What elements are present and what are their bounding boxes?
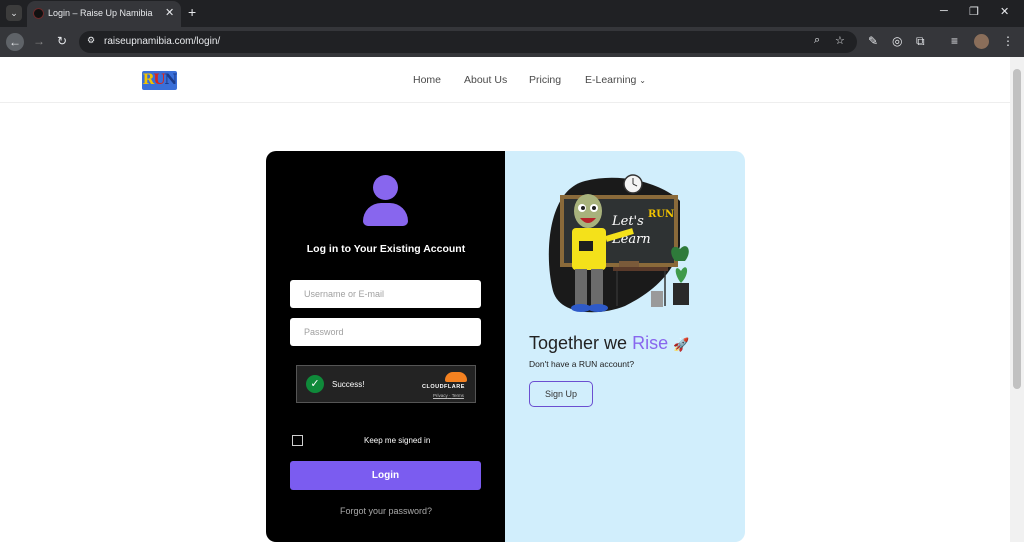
bookmark-star-icon[interactable]: ☆	[835, 34, 845, 47]
extensions-puzzle-icon[interactable]: ⧉	[916, 34, 925, 49]
keep-signed-in-label[interactable]: Keep me signed in	[364, 436, 430, 445]
captcha-widget[interactable]: ✓ Success! CLOUDFLARE Privacy · Terms	[296, 365, 476, 403]
tagline: Together we Rise 🚀	[529, 333, 689, 354]
tab-title: Login – Raise Up Namibia	[48, 8, 153, 18]
logo-letter-r: R	[142, 72, 155, 88]
browser-toolbar: ← → ↻ ⚙ raiseupnamibia.com/login/ ⌕ ☆ ✎ …	[0, 27, 1024, 57]
browser-tab-bar: ⌄ Login – Raise Up Namibia ✕ + ─ ❐ ✕	[0, 0, 1024, 27]
more-menu-icon[interactable]: ⋮	[1002, 34, 1014, 48]
forgot-password-link[interactable]: Forgot your password?	[266, 506, 506, 516]
check-icon: ✓	[306, 375, 324, 393]
restore-icon[interactable]: ❐	[969, 5, 979, 18]
web-page: RUN Home About Us Pricing E-Learning ⌄ L…	[0, 57, 1010, 542]
password-input[interactable]	[290, 318, 481, 346]
login-button[interactable]: Login	[290, 461, 481, 490]
tagline-prefix: Together we	[529, 333, 628, 353]
nav-e-learning[interactable]: E-Learning ⌄	[585, 74, 646, 86]
signup-button[interactable]: Sign Up	[529, 381, 593, 407]
new-tab-icon[interactable]: +	[188, 4, 196, 20]
nav-about-us[interactable]: About Us	[464, 74, 507, 86]
captcha-brand: CLOUDFLARE	[422, 384, 465, 390]
nav-home[interactable]: Home	[413, 74, 441, 86]
close-window-icon[interactable]: ✕	[1000, 5, 1009, 18]
login-panel: Log in to Your Existing Account ✓ Succes…	[266, 151, 506, 542]
captcha-privacy-link[interactable]: Privacy	[433, 393, 448, 398]
teacher-illustration: Let's Learn RUN	[548, 174, 689, 313]
nav-e-learning-label: E-Learning	[585, 74, 637, 86]
username-input[interactable]	[290, 280, 481, 308]
site-info-icon[interactable]: ⚙	[87, 35, 101, 49]
site-header: RUN Home About Us Pricing E-Learning ⌄	[0, 57, 1010, 103]
extension-circle-icon[interactable]: ◎	[892, 34, 902, 48]
tab-favicon-icon	[33, 8, 44, 19]
page-scrollbar[interactable]	[1010, 57, 1024, 542]
browser-tab[interactable]: Login – Raise Up Namibia ✕	[27, 1, 181, 27]
forward-arrow-icon[interactable]: →	[33, 34, 45, 48]
url-text[interactable]: raiseupnamibia.com/login/	[104, 36, 220, 47]
illustration-text-run: RUN	[648, 209, 674, 220]
tagline-highlight: Rise	[632, 333, 669, 353]
keep-signed-in-checkbox[interactable]	[292, 435, 303, 446]
user-icon-body	[363, 203, 408, 226]
illustration-text-lets: Let's	[611, 214, 644, 229]
captcha-links: Privacy · Terms	[433, 393, 464, 398]
user-icon-head	[373, 175, 398, 200]
logo-letter-u: U	[153, 72, 165, 88]
scrollbar-thumb[interactable]	[1013, 69, 1021, 389]
login-heading: Log in to Your Existing Account	[306, 243, 466, 255]
address-bar[interactable]: ⚙ raiseupnamibia.com/login/ ⌕ ☆	[79, 31, 857, 53]
reload-icon[interactable]: ↻	[57, 34, 67, 48]
profile-avatar[interactable]	[974, 34, 989, 49]
logo-letter-n: N	[164, 72, 178, 88]
signup-panel: Let's Learn RUN Together we Rise 🚀 Don't	[505, 151, 745, 542]
media-control-icon[interactable]: ≡	[951, 34, 958, 48]
captcha-terms-link[interactable]: Terms	[452, 393, 464, 398]
rocket-icon: 🚀	[673, 337, 690, 352]
tab-search-dropdown-icon[interactable]: ⌄	[6, 5, 22, 21]
minimize-icon[interactable]: ─	[940, 5, 948, 17]
site-logo[interactable]: RUN	[142, 71, 177, 90]
nav-pricing[interactable]: Pricing	[529, 74, 561, 86]
eyedropper-extension-icon[interactable]: ✎	[868, 34, 878, 48]
cloudflare-cloud-icon	[445, 372, 467, 382]
back-arrow-icon[interactable]: ←	[6, 33, 24, 51]
captcha-status: Success!	[332, 380, 365, 389]
chevron-down-icon: ⌄	[639, 76, 646, 85]
no-account-text: Don't have a RUN account?	[529, 359, 635, 369]
tab-close-icon[interactable]: ✕	[165, 6, 174, 19]
zoom-icon[interactable]: ⌕	[814, 34, 820, 47]
